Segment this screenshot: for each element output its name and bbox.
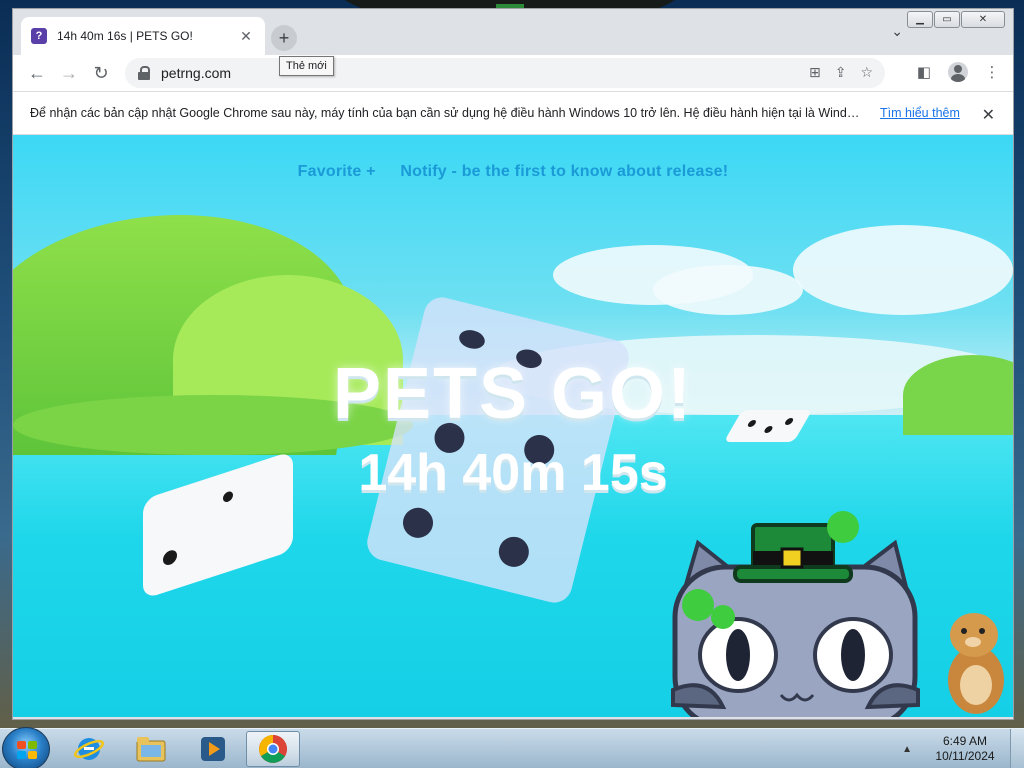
new-tab-button[interactable]: + [271, 25, 297, 51]
media-player-icon[interactable] [186, 731, 240, 767]
url-text: petrng.com [161, 65, 232, 81]
favorite-button[interactable]: Favorite + [298, 163, 376, 180]
tray-arrow-icon[interactable]: ▲ [902, 744, 912, 755]
chrome-taskbar-icon[interactable] [246, 731, 300, 767]
windows-taskbar: ▲ 6:49 AM 10/11/2024 [0, 727, 1024, 768]
tab-close-icon[interactable]: ✕ [237, 28, 255, 45]
update-infobar: Để nhận các bản cập nhật Google Chrome s… [13, 91, 1013, 135]
clock-time: 6:49 AM [942, 734, 988, 748]
file-explorer-icon[interactable] [124, 731, 178, 767]
internet-explorer-icon[interactable] [62, 731, 116, 767]
hamster-mascot [948, 613, 1004, 714]
cat-mascot [671, 511, 920, 717]
back-arrow-icon[interactable]: ← [21, 57, 53, 89]
bookmark-star-icon[interactable]: ☆ [860, 64, 873, 81]
forward-arrow-icon[interactable]: → [53, 57, 85, 89]
clock-date: 10/11/2024 [935, 749, 995, 763]
browser-toolbar: ← → ↻ petrng.com ⊞ ⇪ ☆ ◧ ⋮ [13, 55, 1013, 91]
maximize-button[interactable]: ▭ [934, 11, 960, 28]
browser-tab[interactable]: ? 14h 40m 16s | PETS GO! ✕ [21, 17, 265, 55]
cloud [793, 225, 1013, 315]
tab-strip: ? 14h 40m 16s | PETS GO! ✕ + Thẻ mới ⌄ ▁… [13, 9, 1013, 76]
translate-icon[interactable]: ⊞ [809, 64, 821, 81]
menu-kebab-icon[interactable]: ⋮ [979, 57, 1005, 87]
infobar-close-icon[interactable]: ✕ [982, 105, 995, 125]
tab-title: 14h 40m 16s | PETS GO! [57, 29, 193, 43]
tray-clock[interactable]: 6:49 AM 10/11/2024 [920, 734, 1010, 764]
avatar-icon [948, 62, 968, 82]
window-controls: ▁ ▭ ✕ [907, 11, 1005, 28]
learn-more-link[interactable]: Tìm hiểu thêm [880, 106, 960, 120]
close-window-button[interactable]: ✕ [961, 11, 1005, 28]
page-top-nav: Favorite + Notify - be the first to know… [13, 163, 1013, 181]
side-panel-icon[interactable]: ◧ [911, 57, 937, 87]
new-tab-tooltip: Thẻ mới [279, 56, 334, 76]
page-viewport: Favorite + Notify - be the first to know… [13, 135, 1013, 717]
minimize-button[interactable]: ▁ [907, 11, 933, 28]
system-tray: ▲ 6:49 AM 10/11/2024 [902, 729, 1024, 768]
share-icon[interactable]: ⇪ [835, 64, 847, 81]
lock-icon[interactable] [137, 66, 151, 80]
countdown-timer: 14h 40m 15s [358, 444, 668, 502]
tab-favicon-icon: ? [31, 28, 47, 44]
show-desktop-button[interactable] [1010, 729, 1024, 768]
tab-search-chevron-icon[interactable]: ⌄ [891, 23, 903, 40]
browser-window: ? 14h 40m 16s | PETS GO! ✕ + Thẻ mới ⌄ ▁… [12, 8, 1014, 720]
game-logo: PETS GO! [332, 354, 694, 434]
notify-button[interactable]: Notify - be the first to know about rele… [400, 163, 728, 180]
reload-icon[interactable]: ↻ [85, 57, 117, 89]
address-bar[interactable]: petrng.com ⊞ ⇪ ☆ [125, 58, 885, 88]
profile-button[interactable] [945, 57, 971, 87]
windows-logo-icon [17, 741, 37, 759]
start-button[interactable] [2, 727, 50, 768]
cloud [653, 265, 803, 315]
infobar-message: Để nhận các bản cập nhật Google Chrome s… [30, 106, 860, 120]
